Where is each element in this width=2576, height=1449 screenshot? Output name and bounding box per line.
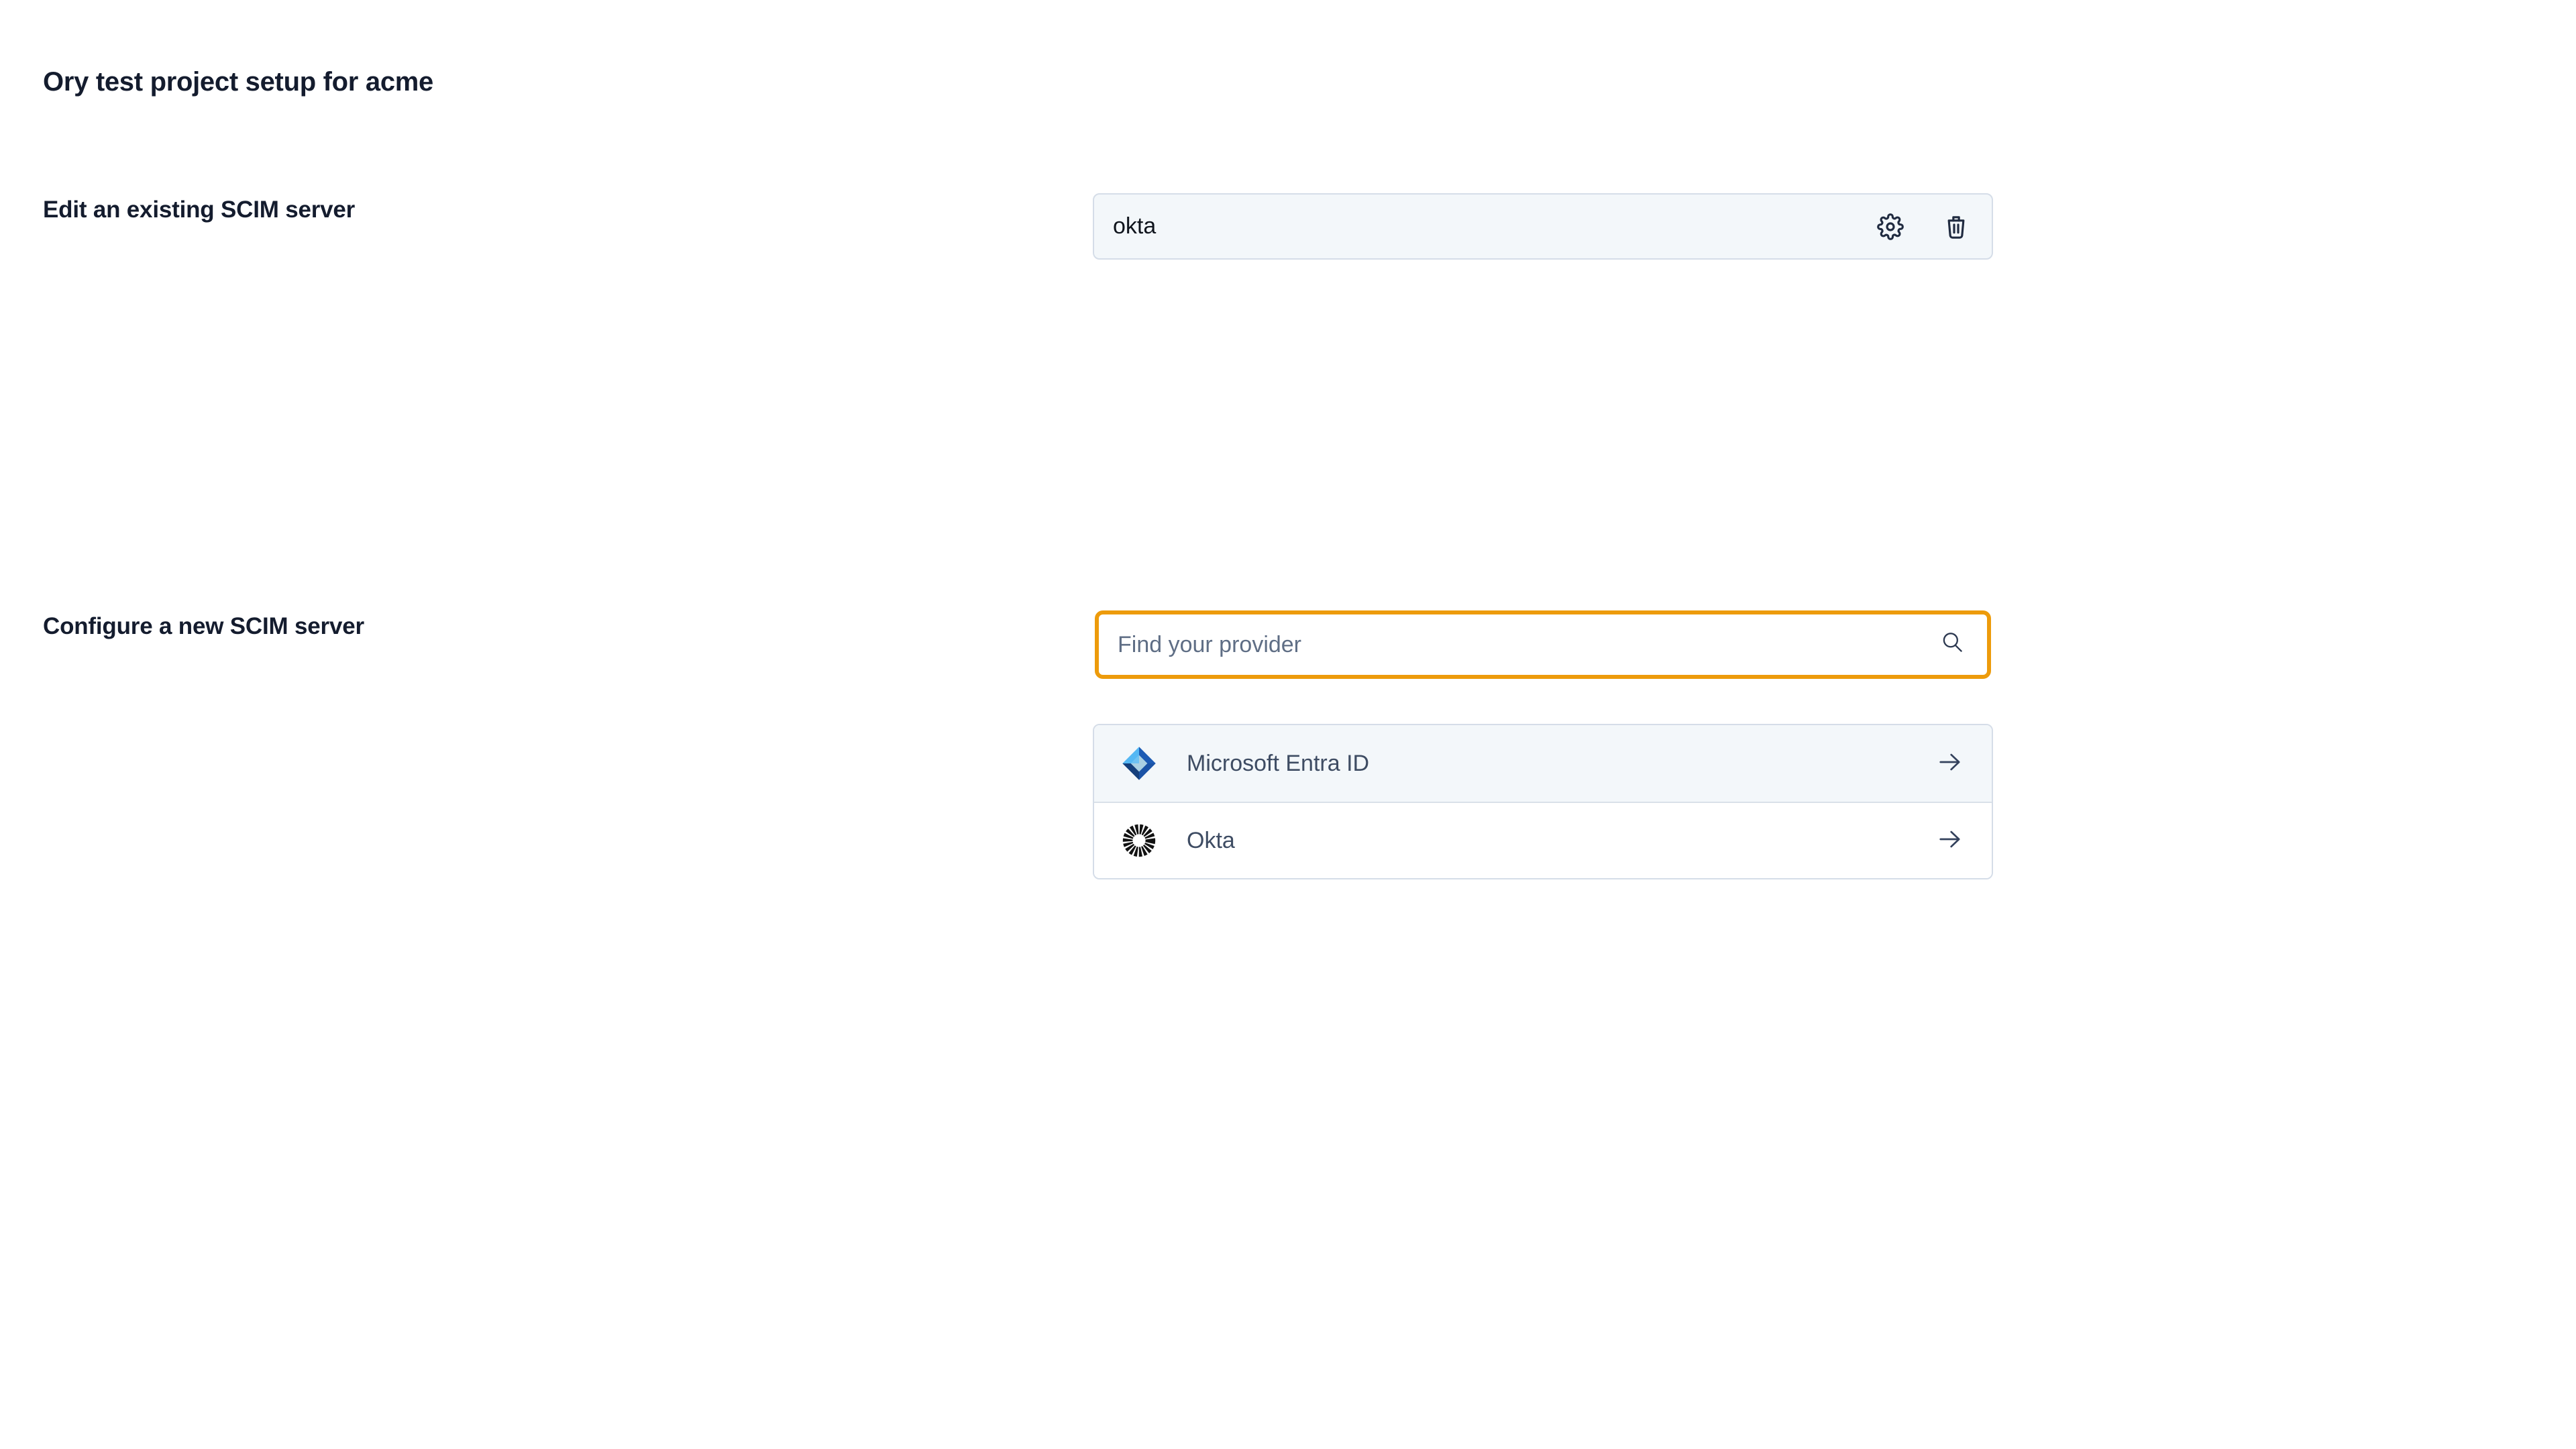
provider-search [1095,610,1991,679]
trash-icon [1943,213,1970,240]
arrow-right-icon [1935,824,1965,857]
server-name: okta [1113,213,1875,239]
provider-name: Microsoft Entra ID [1187,751,1935,777]
settings-icon [1877,213,1904,240]
scim-setup-page: Ory test project setup for acme Edit an … [0,0,2576,1449]
server-delete-button[interactable] [1941,211,1972,242]
provider-row-microsoft-entra-id[interactable]: Microsoft Entra ID [1094,725,1992,802]
provider-row-okta[interactable]: Okta [1094,802,1992,878]
okta-logo [1121,822,1157,859]
existing-server-row: okta [1093,193,1993,260]
microsoft-entra-logo [1121,745,1157,782]
edit-scim-server-label: Edit an existing SCIM server [43,197,355,223]
provider-list: Microsoft Entra ID Okta [1093,724,1993,879]
server-settings-button[interactable] [1875,211,1906,242]
page-title: Ory test project setup for acme [43,67,433,97]
provider-search-input[interactable] [1095,610,1991,679]
arrow-right-icon [1935,747,1965,780]
configure-scim-server-label: Configure a new SCIM server [43,613,364,640]
provider-name: Okta [1187,828,1935,854]
